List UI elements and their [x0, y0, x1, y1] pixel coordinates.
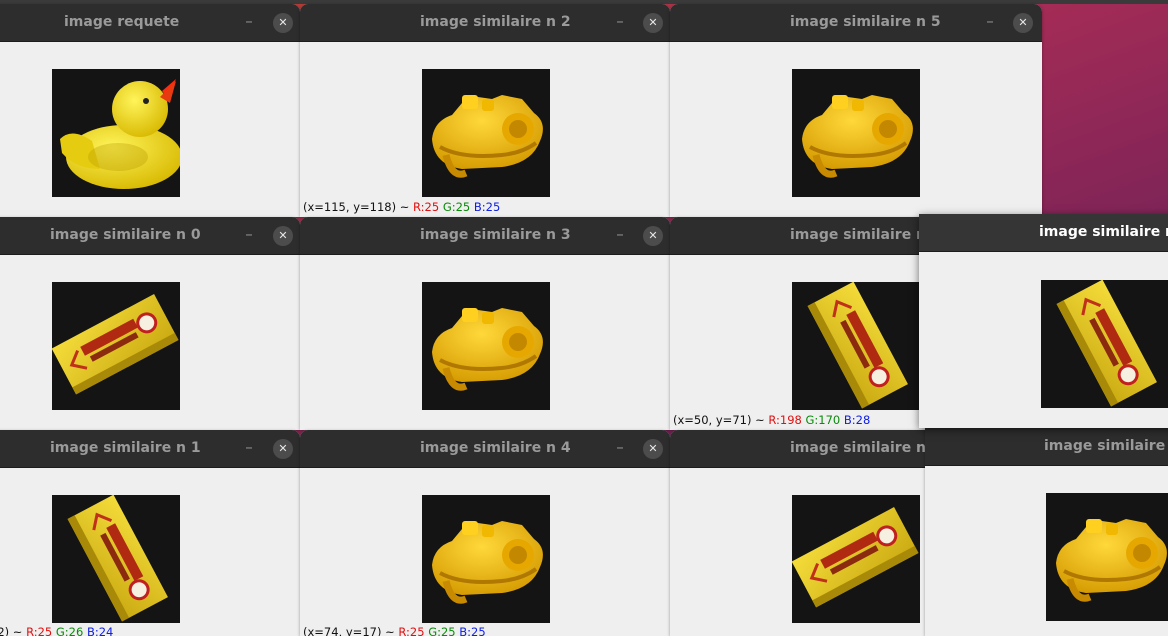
close-icon[interactable]: ✕ [643, 13, 663, 33]
status-green: G:170 [805, 413, 841, 427]
window-title: image similaire n 3 [420, 227, 571, 243]
titlebar[interactable]: image similaire n 8 [919, 214, 1168, 252]
rubber-duck-image [52, 69, 180, 197]
status-blue: B:24 [86, 625, 114, 636]
window-image-similaire-n-8[interactable]: image similaire n 8 [919, 214, 1168, 428]
minimize-icon[interactable]: – [237, 4, 261, 41]
window-title: image similaire n 2 [420, 14, 571, 30]
titlebar[interactable]: image similaire n 2 – ✕ [300, 4, 670, 42]
window-title: image similaire n 9 [1044, 438, 1168, 454]
window-title: image requete [64, 14, 180, 30]
pixel-status-bar: (x=74, y=17) ~ R:25 G:25 B:25 [303, 625, 486, 636]
titlebar[interactable]: image similaire n 9 [925, 428, 1168, 466]
titlebar[interactable]: image similaire n 0 – ✕ [0, 217, 300, 255]
titlebar[interactable]: image similaire n 4 – ✕ [300, 430, 670, 468]
close-icon[interactable]: ✕ [273, 439, 293, 459]
titlebar[interactable]: image requete – ✕ [0, 4, 300, 42]
status-green: G:25 [442, 200, 471, 214]
status-coords: (x=74, y=17) ~ [303, 625, 395, 636]
status-green: G:26 [55, 625, 84, 636]
titlebar[interactable]: image similaire n 1 – ✕ [0, 430, 300, 468]
toy-boat-image [792, 69, 920, 197]
close-icon[interactable]: ✕ [273, 13, 293, 33]
gum-box-image [792, 495, 920, 623]
minimize-icon[interactable]: – [237, 217, 261, 254]
status-red: R:25 [26, 625, 53, 636]
gum-box-image [52, 282, 180, 410]
toy-boat-image [422, 495, 550, 623]
gum-box-image [792, 282, 920, 410]
status-blue: B:28 [843, 413, 871, 427]
window-image-similaire-n-1[interactable]: image similaire n 1 – ✕ 22) ~ R:25 G:26 … [0, 430, 300, 636]
window-image-similaire-n-3[interactable]: image similaire n 3 – ✕ [300, 217, 670, 430]
minimize-icon[interactable]: – [608, 4, 632, 41]
minimize-icon[interactable]: – [237, 430, 261, 467]
status-red: R:25 [398, 625, 425, 636]
status-blue: B:25 [459, 625, 486, 636]
pixel-status-bar: (x=115, y=118) ~ R:25 G:25 B:25 [303, 200, 500, 215]
toy-boat-image [1046, 493, 1168, 621]
status-red: R:198 [768, 413, 802, 427]
status-coords: (x=115, y=118) ~ [303, 200, 410, 214]
status-red: R:25 [413, 200, 440, 214]
close-icon[interactable]: ✕ [643, 226, 663, 246]
pixel-status-bar: (x=50, y=71) ~ R:198 G:170 B:28 [673, 413, 870, 428]
window-title: image similaire n 0 [50, 227, 201, 243]
minimize-icon[interactable]: – [978, 4, 1002, 41]
minimize-icon[interactable]: – [608, 430, 632, 467]
pixel-status-bar: 22) ~ R:25 G:26 B:24 [0, 625, 113, 636]
titlebar[interactable]: image similaire n 5 – ✕ [670, 4, 1042, 42]
gum-box-image [52, 495, 180, 623]
close-icon[interactable]: ✕ [273, 226, 293, 246]
window-title: image similaire n 8 [1039, 224, 1168, 240]
status-coords: 22) ~ [0, 625, 23, 636]
window-title: image similaire n 5 [790, 14, 941, 30]
toy-boat-image [422, 69, 550, 197]
status-coords: (x=50, y=71) ~ [673, 413, 765, 427]
status-blue: B:25 [473, 200, 501, 214]
minimize-icon[interactable]: – [608, 217, 632, 254]
window-image-similaire-n-9[interactable]: image similaire n 9 [925, 428, 1168, 636]
titlebar[interactable]: image similaire n 3 – ✕ [300, 217, 670, 255]
window-image-similaire-n-4[interactable]: image similaire n 4 – ✕ (x=74, y=17) ~ R… [300, 430, 670, 636]
gum-box-image [1041, 280, 1168, 408]
window-image-requete[interactable]: image requete – ✕ [0, 4, 300, 217]
window-title: image similaire n 1 [50, 440, 201, 456]
window-title: image similaire n 4 [420, 440, 571, 456]
toy-boat-image [422, 282, 550, 410]
window-image-similaire-n-0[interactable]: image similaire n 0 – ✕ [0, 217, 300, 430]
window-image-similaire-n-2[interactable]: image similaire n 2 – ✕ (x=115, y=118) ~… [300, 4, 670, 217]
close-icon[interactable]: ✕ [1013, 13, 1033, 33]
window-image-similaire-n-5[interactable]: image similaire n 5 – ✕ [670, 4, 1042, 217]
close-icon[interactable]: ✕ [643, 439, 663, 459]
status-green: G:25 [428, 625, 456, 636]
window-title: image similaire n 7 [790, 440, 941, 456]
